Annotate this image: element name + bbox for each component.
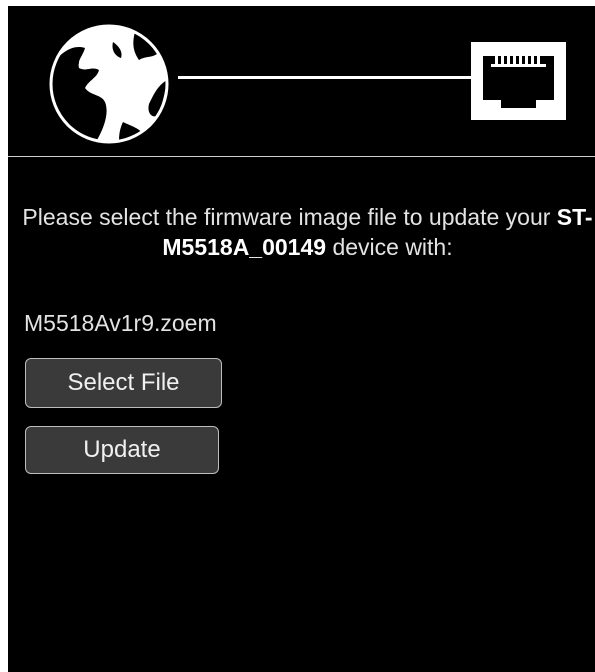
connection-line — [178, 76, 473, 79]
update-button[interactable]: Update — [25, 426, 219, 474]
selected-file-name: M5518Av1r9.zoem — [24, 310, 217, 336]
ethernet-port-icon — [471, 42, 566, 120]
instruction-text-start: Please select the firmware image file to… — [22, 204, 557, 230]
instruction-text-end: device with: — [326, 234, 453, 260]
connection-header — [8, 6, 595, 156]
instruction-text: Please select the firmware image file to… — [20, 202, 595, 262]
header-divider — [8, 156, 595, 157]
firmware-update-panel: Please select the firmware image file to… — [8, 6, 595, 672]
select-file-button[interactable]: Select File — [25, 358, 222, 408]
globe-icon — [49, 24, 169, 144]
